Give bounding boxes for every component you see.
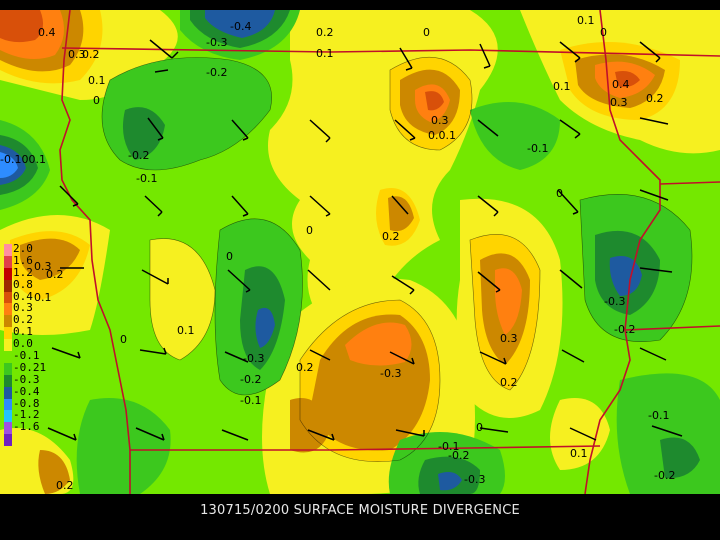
legend-swatch <box>4 279 12 292</box>
legend-label: -0.4 <box>13 384 40 398</box>
map-caption: 130715/0200 SURFACE MOISTURE DIVERGENCE <box>200 503 520 518</box>
legend-entry <box>2 434 62 447</box>
contour-label: 0 <box>600 26 607 39</box>
legend-swatch <box>4 267 12 280</box>
caption-bar: 130715/0200 SURFACE MOISTURE DIVERGENCE <box>0 494 720 540</box>
contour-label: 0.2 <box>82 48 100 61</box>
contour-label: 0.1 <box>570 447 588 460</box>
contour-label: -0.2 <box>654 469 675 482</box>
contour-label: 0.1 <box>553 80 571 93</box>
contour-label: 0.2 <box>316 26 334 39</box>
contour-label: -0.2 <box>448 449 469 462</box>
color-scale-legend: 2.0 1.6 1.2 0.8 0.4 0.3 0.2 0.1 0.0 -0.1 -0.21 -0.3… <box>2 243 62 447</box>
contour-label: -0.2 <box>614 323 635 336</box>
legend-label: -0.3 <box>13 372 40 386</box>
contour-label: -0.3 <box>243 352 264 365</box>
legend-entry: -1.6 <box>2 420 62 435</box>
contour-label: 0.2 <box>56 479 74 492</box>
contour-label: 0.3 <box>500 332 518 345</box>
legend-swatch <box>4 291 12 304</box>
legend-swatch <box>4 374 12 387</box>
contour-label: 0 <box>423 26 430 39</box>
contour-label: 0.4 <box>38 26 56 39</box>
legend-swatch <box>4 386 12 399</box>
legend-swatch <box>4 303 12 316</box>
contour-label: 0.4 <box>612 78 630 91</box>
contour-label: -0.2 <box>128 149 149 162</box>
contour-label: 0.3 <box>431 114 449 127</box>
contour-label: -0.100.1 <box>0 153 46 166</box>
contour-label: -0.3 <box>604 295 625 308</box>
contour-label: -0.3 <box>464 473 485 486</box>
legend-swatch <box>4 339 12 352</box>
contour-label: 0 <box>93 94 100 107</box>
legend-label: 1.2 <box>13 265 33 279</box>
moisture-divergence-map: 0.40.30.20.10-0.4-0.3-0.20.20.100.100.40… <box>0 10 720 494</box>
contour-label: -0.2 <box>240 373 261 386</box>
contour-label: -0.1 <box>240 394 261 407</box>
contour-label: 0 <box>226 250 233 263</box>
contour-label: -0.1 <box>648 409 669 422</box>
legend-swatch <box>4 422 12 435</box>
contour-label: 0 <box>476 421 483 434</box>
legend-swatch <box>4 398 12 411</box>
legend-swatch <box>4 362 12 375</box>
legend-label: -1.6 <box>13 420 40 434</box>
contour-label: 0.1 <box>88 74 106 87</box>
contour-label: 0 <box>120 333 127 346</box>
legend-swatch <box>4 315 12 328</box>
contour-label: -0.1 <box>527 142 548 155</box>
contour-label: 0.0.1 <box>428 129 456 142</box>
contour-label: -0.2 <box>206 66 227 79</box>
legend-swatch <box>4 244 12 256</box>
contour-label: -0.3 <box>380 367 401 380</box>
contour-label: -0.4 <box>230 20 251 33</box>
contour-label: 0.1 <box>177 324 195 337</box>
legend-swatch <box>4 327 12 340</box>
contour-label: 0.2 <box>500 376 518 389</box>
legend-swatch <box>4 410 12 423</box>
contour-label: 0.1 <box>316 47 334 60</box>
contour-label: 0 <box>306 224 313 237</box>
contour-label: 0.2 <box>646 92 664 105</box>
contour-label: 0.1 <box>577 14 595 27</box>
contour-label: -0.3 <box>206 36 227 49</box>
legend-swatch <box>4 255 12 268</box>
contour-label: 0.2 <box>296 361 314 374</box>
legend-label: 0.8 <box>13 277 33 291</box>
contour-label: 0.2 <box>382 230 400 243</box>
contour-label: 0.3 <box>610 96 628 109</box>
contour-label: -0.1 <box>136 172 157 185</box>
legend-swatch <box>4 434 12 447</box>
legend-swatch <box>4 351 12 363</box>
